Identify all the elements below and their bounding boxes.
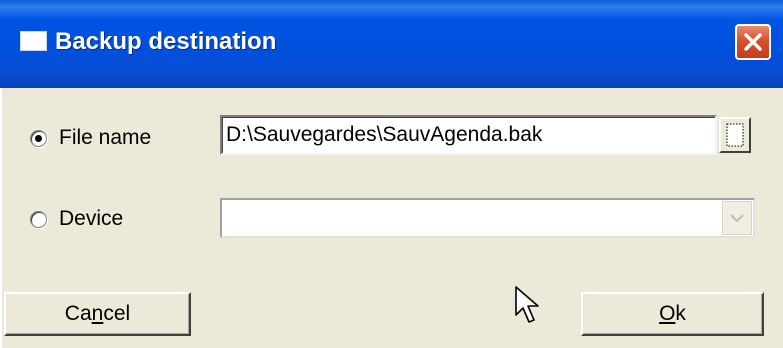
close-icon [744,33,762,51]
browse-button[interactable] [719,117,751,153]
cancel-mnemonic: n [91,302,104,325]
file-name-field[interactable] [220,115,717,155]
close-button[interactable] [735,24,771,60]
device-option[interactable]: Device [30,204,123,234]
browse-file-icon [726,123,744,147]
cancel-button[interactable]: Cancel [4,292,191,336]
file-name-option[interactable]: File name [30,123,151,153]
mouse-pointer-icon [515,286,539,323]
ok-mnemonic: O [659,302,676,325]
device-dropdown[interactable] [220,198,755,238]
window-title: Backup destination [55,28,277,55]
file-name-label: File name [59,126,152,149]
device-label: Device [59,207,124,230]
file-name-radio[interactable] [30,129,47,147]
radio-selected-dot [35,134,42,142]
ok-button[interactable]: Ok [581,292,764,336]
backup-destination-dialog: Backup destination File name Device Canc [0,0,783,348]
window-icon [20,31,47,51]
device-radio[interactable] [30,210,47,228]
dropdown-arrow-button[interactable] [722,201,752,235]
cancel-label-end: cel [103,302,131,325]
title-bar[interactable]: Backup destination [0,0,783,88]
cancel-label-start: Ca [64,302,92,325]
chevron-down-icon [730,214,744,223]
ok-label-end: k [675,302,686,325]
